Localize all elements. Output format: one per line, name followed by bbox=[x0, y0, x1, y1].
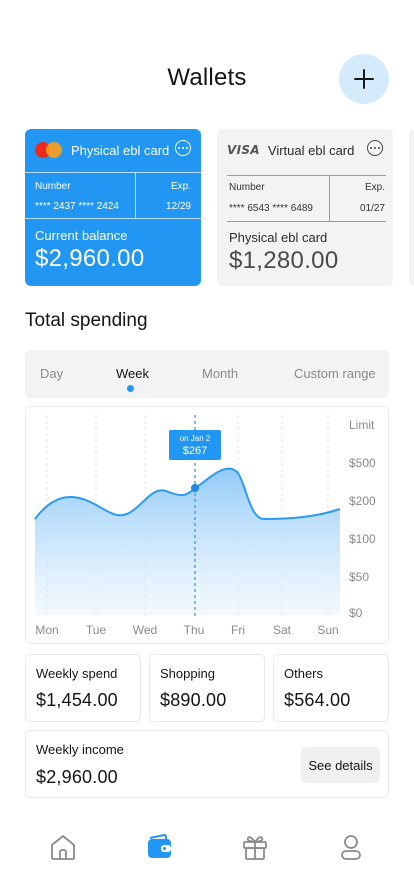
spending-area bbox=[35, 468, 340, 615]
balance-amount: $1,280.00 bbox=[229, 247, 339, 274]
y-tick-label: $50 bbox=[349, 570, 369, 584]
wallet-card-peek[interactable] bbox=[409, 129, 414, 286]
card-expiry: 12/29 bbox=[165, 201, 191, 212]
nav-profile[interactable] bbox=[334, 830, 368, 864]
y-tick-label: $100 bbox=[349, 532, 376, 546]
stat-weekly-spend[interactable]: Weekly spend $1,454.00 bbox=[25, 654, 141, 722]
stat-value: $1,454.00 bbox=[36, 690, 118, 710]
active-tab-indicator bbox=[127, 385, 134, 392]
exp-label: Exp. bbox=[170, 181, 191, 192]
divider bbox=[329, 175, 330, 221]
mastercard-logo-icon bbox=[35, 141, 63, 159]
number-label: Number bbox=[229, 182, 265, 193]
balance-label: Current balance bbox=[35, 228, 128, 243]
plus-icon bbox=[354, 69, 374, 89]
wallet-card-physical[interactable]: Physical ebl card Number Exp. **** 2437 … bbox=[25, 129, 201, 286]
stat-others[interactable]: Others $564.00 bbox=[273, 654, 389, 722]
card-type-label: Physical ebl card bbox=[229, 230, 328, 245]
x-tick-label: Thu bbox=[184, 623, 205, 637]
gift-icon bbox=[243, 836, 267, 860]
x-tick-label: Sat bbox=[273, 623, 292, 637]
selected-point[interactable] bbox=[191, 484, 199, 492]
stat-label: Others bbox=[284, 666, 324, 681]
section-title: Total spending bbox=[25, 310, 148, 331]
tooltip-value: $267 bbox=[183, 445, 207, 457]
balance-amount: $2,960.00 bbox=[35, 245, 145, 272]
x-tick-label: Wed bbox=[133, 623, 157, 637]
nav-home[interactable] bbox=[46, 830, 80, 864]
card-options-icon[interactable] bbox=[175, 140, 191, 156]
divider bbox=[227, 175, 386, 176]
tab-week[interactable]: Week bbox=[116, 366, 149, 381]
spending-chart[interactable]: on Jan 2 $267 Limit $500 $200 $100 $50 $0 Mon… bbox=[25, 406, 389, 644]
card-number: **** 2437 **** 2424 bbox=[35, 201, 119, 212]
tab-day[interactable]: Day bbox=[40, 366, 63, 381]
wallet-icon bbox=[148, 833, 171, 858]
nav-rewards[interactable] bbox=[238, 830, 272, 864]
period-tabs: Day Week Month Custom range bbox=[25, 350, 389, 398]
wallet-card-virtual[interactable]: VISA Virtual ebl card Number Exp. **** 6… bbox=[217, 129, 393, 286]
tooltip-date: on Jan 2 bbox=[180, 434, 211, 443]
stat-value: $564.00 bbox=[284, 690, 351, 710]
stat-shopping[interactable]: Shopping $890.00 bbox=[149, 654, 265, 722]
x-tick-label: Sun bbox=[317, 623, 338, 637]
income-label: Weekly income bbox=[36, 742, 124, 757]
add-wallet-button[interactable] bbox=[339, 54, 389, 104]
stat-value: $890.00 bbox=[160, 690, 227, 710]
y-tick-label: $500 bbox=[349, 456, 376, 470]
divider bbox=[25, 218, 201, 219]
divider bbox=[25, 172, 201, 173]
nav-wallet[interactable] bbox=[142, 830, 176, 864]
stat-label: Shopping bbox=[160, 666, 215, 681]
card-number: **** 6543 **** 6489 bbox=[229, 203, 313, 214]
number-label: Number bbox=[35, 181, 71, 192]
card-name: Virtual ebl card bbox=[267, 142, 355, 158]
x-tick-label: Fri bbox=[231, 623, 245, 637]
divider bbox=[135, 172, 136, 218]
card-expiry: 01/27 bbox=[359, 203, 385, 214]
weekly-income-card: Weekly income $2,960.00 See details bbox=[25, 730, 389, 798]
profile-icon bbox=[341, 835, 361, 860]
y-tick-label: $0 bbox=[349, 606, 363, 620]
y-tick-label: Limit bbox=[349, 418, 375, 432]
y-tick-label: $200 bbox=[349, 494, 376, 508]
x-tick-label: Mon bbox=[35, 623, 58, 637]
spending-chart-svg: on Jan 2 $267 Limit $500 $200 $100 $50 $0 Mon… bbox=[34, 415, 376, 637]
home-icon bbox=[51, 835, 75, 860]
tab-custom-range[interactable]: Custom range bbox=[294, 366, 376, 381]
card-name: Physical ebl card bbox=[71, 142, 170, 158]
tab-month[interactable]: Month bbox=[202, 366, 238, 381]
wallets-screen: Wallets Physical ebl card Number Exp. **… bbox=[0, 0, 414, 896]
income-value: $2,960.00 bbox=[36, 767, 118, 787]
exp-label: Exp. bbox=[364, 182, 385, 193]
stat-label: Weekly spend bbox=[36, 666, 118, 681]
visa-logo-icon: VISA bbox=[227, 143, 260, 157]
see-details-button[interactable]: See details bbox=[301, 747, 380, 783]
card-options-icon[interactable] bbox=[367, 140, 383, 156]
divider bbox=[227, 221, 386, 222]
x-tick-label: Tue bbox=[86, 623, 107, 637]
